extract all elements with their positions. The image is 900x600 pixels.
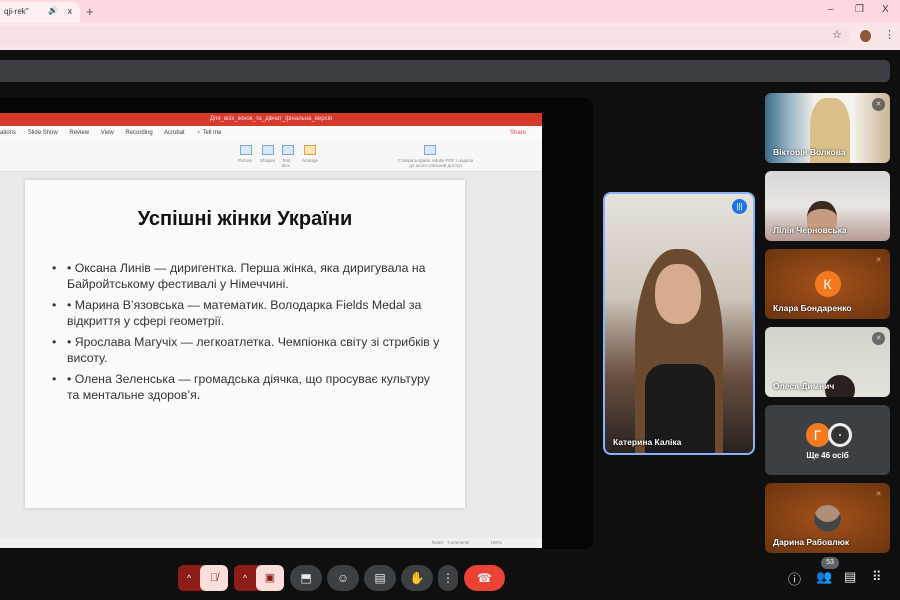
textbox-icon[interactable]	[282, 145, 294, 155]
comments-button[interactable]: Comments	[447, 540, 469, 545]
mic-off-button[interactable]: 🎙̸	[200, 565, 228, 591]
ribbon-tab[interactable]: Review	[69, 130, 89, 136]
end-call-button[interactable]: ☎	[464, 565, 505, 591]
bookmark-star-icon[interactable]: ☆	[832, 28, 842, 41]
close-window-button[interactable]: X	[882, 4, 889, 15]
meeting-info-icon[interactable]: ⓘ	[788, 569, 801, 588]
participant-name: Клара Бондаренко	[773, 303, 852, 313]
profile-avatar[interactable]	[860, 30, 871, 42]
participant-tile[interactable]: Лілія Черновська	[765, 171, 890, 241]
address-bar[interactable]	[0, 26, 850, 47]
participant-tile[interactable]: ✕ Олеся Димнич	[765, 327, 890, 397]
ribbon: Picture Shapes Text Box Arrange Створити…	[0, 140, 542, 172]
participant-name: Дарина Рабовлюк	[773, 537, 850, 547]
speaker-tile[interactable]: ||| Катерина Каліка	[603, 192, 755, 455]
restore-button[interactable]: ❐	[855, 4, 864, 15]
browser-menu-icon[interactable]: ⋮	[884, 28, 895, 41]
camera-control: ^ ▣	[234, 565, 284, 591]
zoom-level[interactable]: 150%	[490, 540, 502, 545]
sound-icon: 🔊	[48, 6, 58, 15]
participant-name: Катерина Каліка	[613, 437, 682, 447]
tell-me[interactable]: ♀ Tell me	[196, 130, 221, 136]
new-tab-button[interactable]: +	[86, 4, 94, 19]
participant-avatar-photo	[814, 505, 841, 532]
mic-off-icon: ✕	[875, 257, 882, 264]
people-icon[interactable]: 👥	[816, 569, 832, 585]
present-screen-button[interactable]: ⬒	[290, 565, 322, 591]
powerpoint-window: Для_всіх_жінок_та_дівчат_фінальна_версія…	[0, 113, 542, 548]
more-participants-label: Ще 46 осіб	[806, 451, 849, 460]
participant-tile[interactable]: ✕ Дарина Рабовлюк	[765, 483, 890, 553]
tab-close-button[interactable]: x	[68, 6, 73, 16]
acrobat-label: Створити файл Adobe PDF і надати до ньог…	[398, 158, 473, 168]
mic-off-icon: ✕	[872, 98, 885, 111]
textbox-label: Text Box	[282, 158, 291, 168]
captions-button[interactable]: ▤	[364, 565, 396, 591]
tab-title: qji-rek"	[4, 7, 29, 16]
ribbon-tab[interactable]: ations	[0, 130, 16, 136]
participant-name: Вікторія Волкова	[773, 147, 846, 157]
browser-toolbar: ☆ ⋮	[0, 23, 900, 50]
emoji-reactions-button[interactable]: ☺	[327, 565, 359, 591]
speaking-indicator-icon: |||	[732, 199, 747, 214]
ribbon-tab[interactable]: Acrobat	[164, 130, 185, 136]
slide-canvas: Успішні жінки України • Оксана Линів — д…	[0, 172, 542, 538]
mic-off-icon: ✕	[875, 491, 882, 498]
picture-label: Picture	[238, 158, 253, 163]
participant-name: Лілія Черновська	[773, 225, 847, 235]
participant-tile[interactable]: ✕ Вікторія Волкова	[765, 93, 890, 163]
more-participants-tile[interactable]: Г Ще 46 осіб	[765, 405, 890, 475]
raise-hand-button[interactable]: ✋	[401, 565, 433, 591]
arrange-label: Arrange	[302, 158, 319, 163]
participant-count-badge: 53	[821, 557, 839, 569]
more-options-button[interactable]: ⋮	[438, 565, 458, 591]
slide-bullets: • Оксана Линів — диригентка. Перша жінка…	[52, 260, 442, 408]
bullet-item: • Марина В’язовська — математик. Володар…	[52, 297, 442, 329]
bullet-item: • Олена Зеленська — громадська діячка, щ…	[52, 371, 442, 403]
participant-avatar: К	[814, 271, 841, 297]
mic-control: ^ 🎙̸	[178, 565, 228, 591]
participant-tile[interactable]: К ✕ Клара Бондаренко	[765, 249, 890, 319]
ppt-title-bar: Для_всіх_жінок_та_дівчат_фінальна_версія	[0, 113, 542, 126]
notes-button[interactable]: Notes	[432, 540, 444, 545]
shapes-icon[interactable]	[262, 145, 274, 155]
participant-name: Олеся Димнич	[773, 381, 835, 391]
participant-avatar-photo	[828, 423, 852, 447]
audio-options-chevron-icon[interactable]: ^	[178, 565, 200, 591]
share-button[interactable]: Share	[510, 126, 526, 140]
minimize-button[interactable]: –	[828, 4, 834, 15]
acrobat-icon[interactable]	[424, 145, 436, 155]
ribbon-tabs: ations Slide Show Review View Recording …	[0, 126, 542, 140]
picture-icon[interactable]	[240, 145, 252, 155]
video-face	[655, 264, 701, 324]
camera-off-button[interactable]: ▣	[256, 565, 284, 591]
ppt-status-bar: Notes Comments 150%	[0, 538, 542, 548]
ribbon-tab[interactable]: Slide Show	[28, 130, 58, 136]
browser-tab[interactable]: qji-rek" 🔊 x	[0, 2, 80, 23]
shapes-label: Shapes	[260, 158, 276, 163]
arrange-icon[interactable]	[304, 145, 316, 155]
participant-avatar: Г	[805, 423, 830, 447]
video-options-chevron-icon[interactable]: ^	[234, 565, 256, 591]
meet-top-bar	[0, 60, 890, 82]
mic-off-icon: ✕	[872, 332, 885, 345]
ribbon-tab[interactable]: Recording	[125, 130, 152, 136]
slide-title: Успішні жінки України	[137, 208, 353, 230]
slide[interactable]: Успішні жінки України • Оксана Линів — д…	[25, 180, 465, 508]
browser-tab-bar: qji-rek" 🔊 x + – ❐ X	[0, 0, 900, 23]
activities-icon[interactable]: ⠿	[872, 569, 882, 585]
bullet-item: • Оксана Линів — диригентка. Перша жінка…	[52, 260, 442, 292]
chat-icon[interactable]: ▤	[844, 569, 856, 585]
bullet-item: • Ярослава Магучіх — легкоатлетка. Чемпі…	[52, 334, 442, 366]
ribbon-tab[interactable]: View	[101, 130, 114, 136]
